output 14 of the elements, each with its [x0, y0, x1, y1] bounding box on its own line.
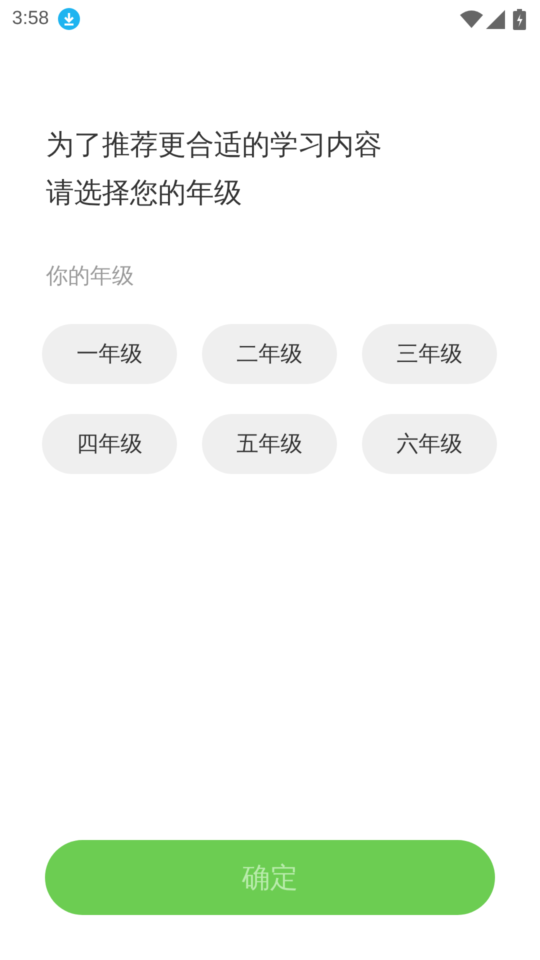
section-label: 你的年级	[46, 263, 135, 291]
status-time: 3:58	[12, 8, 49, 30]
grade-option[interactable]: 一年级	[42, 324, 177, 384]
download-icon	[56, 7, 81, 31]
battery-icon	[513, 8, 526, 30]
wifi-icon	[460, 10, 483, 28]
grade-option[interactable]: 六年级	[362, 414, 497, 474]
heading-text: 请选择您的年级	[46, 175, 243, 211]
heading-text: 为了推荐更合适的学习内容	[46, 127, 383, 163]
grade-option[interactable]: 四年级	[42, 414, 177, 474]
signal-icon	[486, 10, 505, 28]
grade-option[interactable]: 五年级	[202, 414, 337, 474]
grade-option[interactable]: 三年级	[362, 324, 497, 384]
grade-option[interactable]: 二年级	[202, 324, 337, 384]
